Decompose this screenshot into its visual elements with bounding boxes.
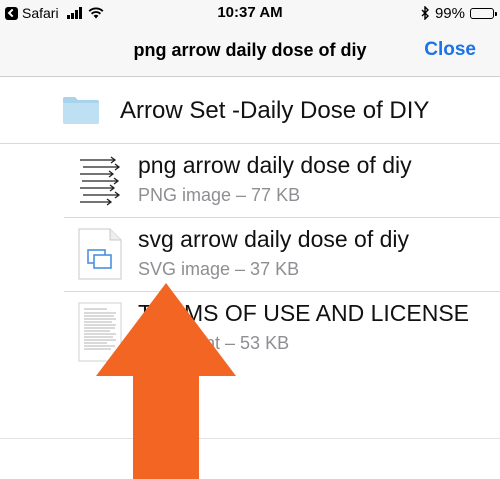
bluetooth-icon bbox=[421, 6, 429, 20]
battery-icon bbox=[470, 7, 497, 19]
file-row[interactable]: png arrow daily dose of diy PNG image – … bbox=[64, 144, 500, 218]
nav-bar: png arrow daily dose of diy Close bbox=[0, 26, 500, 77]
png-thumbnail-icon bbox=[77, 154, 123, 206]
file-name: svg arrow daily dose of diy bbox=[138, 226, 410, 252]
folder-icon bbox=[63, 97, 99, 124]
close-button[interactable]: Close bbox=[424, 39, 476, 61]
file-list: Arrow Set -Daily Dose of DIY png arrow d… bbox=[0, 77, 500, 365]
file-name: png arrow daily dose of diy bbox=[138, 152, 412, 178]
folder-label: Arrow Set -Daily Dose of DIY bbox=[120, 97, 430, 124]
divider bbox=[0, 438, 500, 439]
file-meta: SVG image – 37 KB bbox=[138, 259, 300, 279]
status-right: 99% bbox=[421, 3, 497, 23]
folder-row[interactable]: Arrow Set -Daily Dose of DIY bbox=[0, 77, 500, 144]
battery-percent: 99% bbox=[434, 4, 465, 22]
status-bar: Safari 10:37 AM 99% bbox=[0, 0, 500, 26]
up-arrow-icon bbox=[96, 283, 236, 479]
file-meta: PNG image – 77 KB bbox=[138, 185, 301, 205]
file-row[interactable]: svg arrow daily dose of diy SVG image – … bbox=[64, 218, 500, 292]
svg-file-icon bbox=[78, 228, 122, 280]
